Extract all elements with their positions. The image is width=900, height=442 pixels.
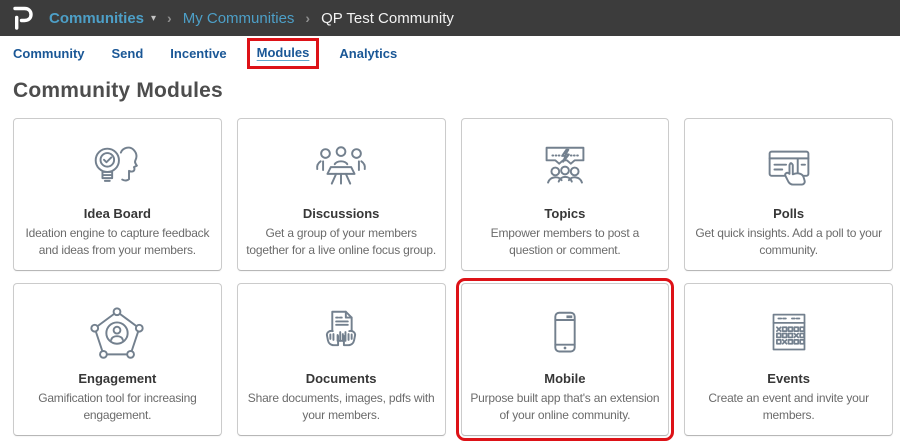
module-card-topics[interactable]: Topics Empower members to post a questio…: [461, 118, 670, 271]
breadcrumb-separator: ›: [305, 10, 310, 26]
polls-icon: [758, 139, 820, 201]
module-card-idea-board[interactable]: Idea Board Ideation engine to capture fe…: [13, 118, 222, 271]
module-card-events[interactable]: Events Create an event and invite your m…: [684, 283, 893, 436]
topics-icon: [534, 139, 596, 201]
module-description: Share documents, images, pdfs with your …: [246, 390, 437, 424]
section-tabs: Community Send Incentive Modules Analyti…: [0, 36, 900, 70]
tab-incentive[interactable]: Incentive: [170, 46, 226, 61]
modules-tab-highlight-annotation: Modules: [247, 38, 320, 69]
module-card-documents[interactable]: Documents Share documents, images, pdfs …: [237, 283, 446, 436]
module-title: Polls: [773, 206, 804, 221]
module-title: Idea Board: [84, 206, 151, 221]
tab-send[interactable]: Send: [112, 46, 144, 61]
questionpro-logo-icon: [12, 5, 33, 31]
module-title: Events: [767, 371, 810, 386]
module-title: Engagement: [78, 371, 156, 386]
communities-menu[interactable]: Communities ▾: [49, 10, 156, 27]
tab-analytics[interactable]: Analytics: [339, 46, 397, 61]
discussions-icon: [310, 139, 372, 201]
module-title: Documents: [306, 371, 377, 386]
breadcrumb-current-page: QP Test Community: [321, 10, 454, 27]
breadcrumb-separator: ›: [167, 10, 172, 26]
module-title: Topics: [544, 206, 585, 221]
documents-icon: [310, 304, 372, 366]
engagement-icon: [86, 304, 148, 366]
module-card-mobile[interactable]: Mobile Purpose built app that's an exten…: [461, 283, 670, 436]
module-description: Gamification tool for increasing engagem…: [22, 390, 213, 424]
module-card-polls[interactable]: Polls Get quick insights. Add a poll to …: [684, 118, 893, 271]
module-description: Get quick insights. Add a poll to your c…: [693, 225, 884, 259]
module-description: Create an event and invite your members.: [693, 390, 884, 424]
breadcrumb-my-communities[interactable]: My Communities: [183, 10, 295, 27]
tab-community[interactable]: Community: [13, 46, 85, 61]
questionpro-logo[interactable]: [12, 5, 33, 31]
module-title: Discussions: [303, 206, 380, 221]
module-description: Purpose built app that's an extension of…: [470, 390, 661, 424]
module-card-engagement[interactable]: Engagement Gamification tool for increas…: [13, 283, 222, 436]
topbar: Communities ▾ › My Communities › QP Test…: [0, 0, 900, 36]
breadcrumb: › My Communities › QP Test Community: [156, 10, 454, 27]
events-icon: [758, 304, 820, 366]
idea-board-icon: [86, 139, 148, 201]
tab-modules[interactable]: Modules: [257, 45, 310, 60]
module-description: Empower members to post a question or co…: [470, 225, 661, 259]
page-title: Community Modules: [0, 79, 900, 103]
module-description: Get a group of your members together for…: [246, 225, 437, 259]
communities-menu-label: Communities: [49, 10, 144, 27]
module-title: Mobile: [544, 371, 585, 386]
module-description: Ideation engine to capture feedback and …: [22, 225, 213, 259]
module-card-discussions[interactable]: Discussions Get a group of your members …: [237, 118, 446, 271]
mobile-icon: [534, 304, 596, 366]
module-grid: Idea Board Ideation engine to capture fe…: [13, 118, 893, 436]
